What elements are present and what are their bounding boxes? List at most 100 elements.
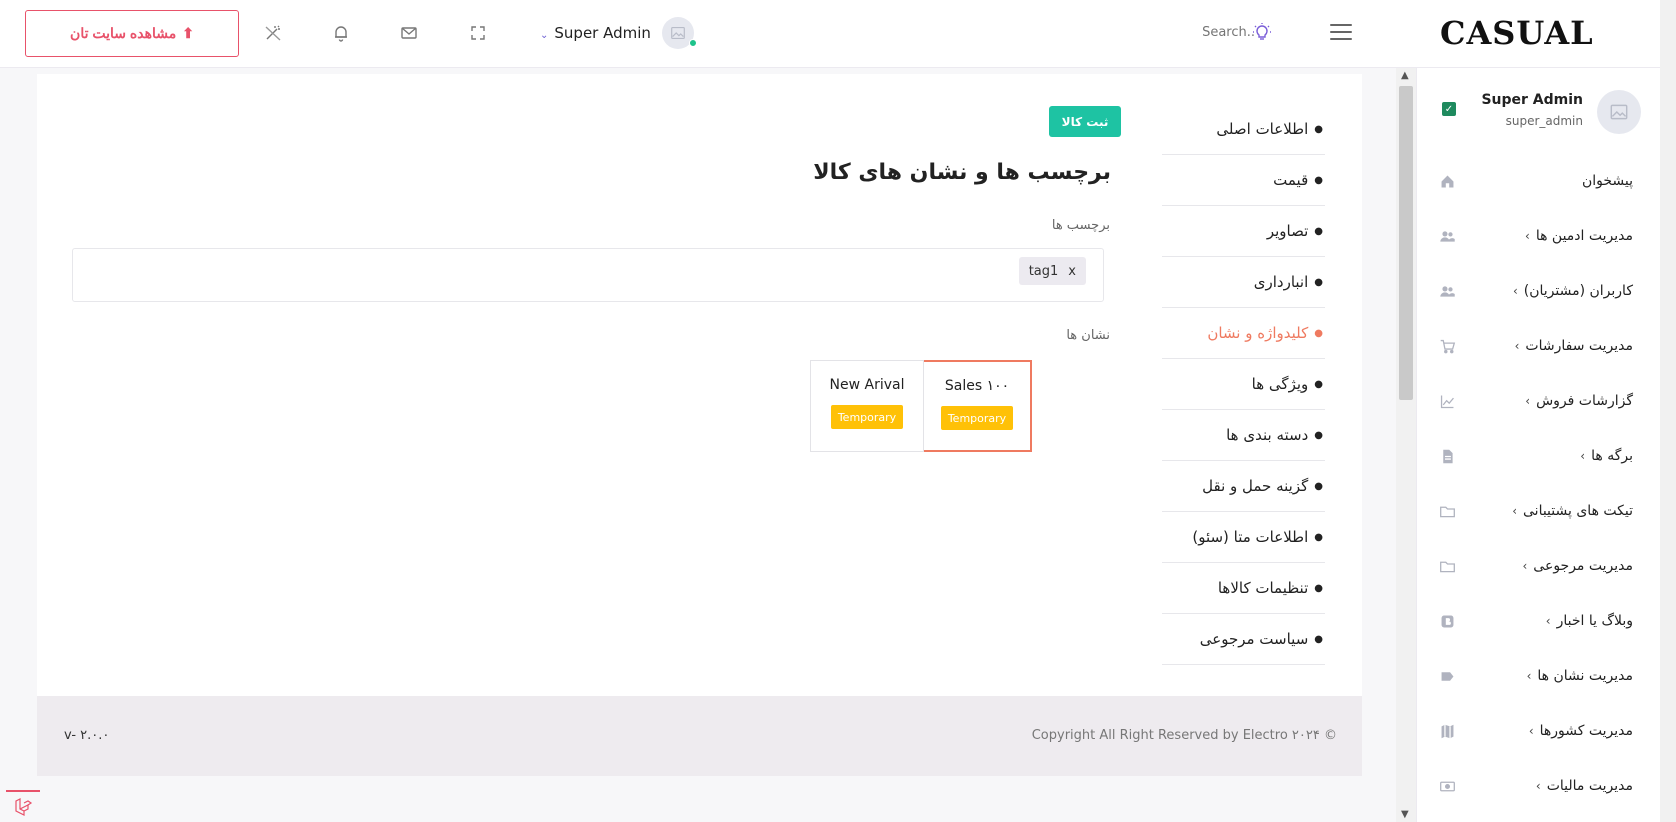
form-steps-nav: ● اطلاعات اصلی ● قیمت ● تصاویر ● انبارداری ● کلید…: [1162, 104, 1325, 665]
sidebar-item-label-group: کاربران (مشتریان) ›: [1513, 283, 1633, 299]
submit-product-button[interactable]: ثبت کالا: [1049, 106, 1121, 137]
upload-icon: ⬆: [182, 25, 194, 41]
badge-card-new-arrival[interactable]: New Arival Temporary: [810, 360, 924, 452]
search-input[interactable]: [1105, 24, 1255, 40]
logo[interactable]: CASUAL: [1440, 14, 1594, 52]
form-step-tab[interactable]: ● گزینه حمل و نقل: [1162, 461, 1325, 512]
sidebar-item[interactable]: مدیریت سفارشات ›: [1417, 326, 1661, 366]
scroll-thumb[interactable]: [1399, 86, 1413, 400]
form-step-tab[interactable]: ● دسته بندی ها: [1162, 410, 1325, 461]
form-step-tab[interactable]: ● تنظیمات کالاها: [1162, 563, 1325, 614]
sidebar-item[interactable]: مدیریت مرجوعی ›: [1417, 546, 1661, 586]
form-step-label: سیاست مرجوعی: [1199, 630, 1309, 648]
search-box: [1060, 12, 1275, 52]
tags-input[interactable]: x tag1: [72, 248, 1104, 302]
page-scrollbar[interactable]: [1660, 0, 1676, 822]
lightbulb-icon[interactable]: [1252, 22, 1272, 46]
sidebar-item[interactable]: برگه ها ›: [1417, 436, 1661, 476]
form-step-label: انبارداری: [1253, 273, 1309, 291]
mail-icon[interactable]: [398, 22, 420, 44]
sidebar-item[interactable]: کاربران (مشتریان) ›: [1417, 271, 1661, 311]
sidebar-item-label-group: وبلاگ یا اخبار ›: [1546, 613, 1633, 629]
sidebar-item-label-group: تیکت های پشتیبانی ›: [1512, 503, 1633, 519]
bullet-icon: ●: [1314, 531, 1323, 543]
chevron-icon: ›: [1535, 779, 1541, 793]
sidebar-item-label-group: مدیریت سفارشات ›: [1515, 338, 1633, 354]
sidebar-item-label-group: مدیریت ادمین ها ›: [1525, 228, 1633, 244]
sidebar-item-label-group: پیشخوان: [1582, 173, 1633, 189]
form-step-tab[interactable]: ● انبارداری: [1162, 257, 1325, 308]
sidebar-item-label: مدیریت سفارشات: [1525, 338, 1633, 354]
sidebar-item[interactable]: مدیریت نشان ها ›: [1417, 656, 1661, 696]
fullscreen-icon[interactable]: [467, 22, 489, 44]
badge-title: Sales ۱۰۰: [944, 378, 1010, 394]
chevron-icon: ›: [1522, 559, 1528, 573]
user-menu[interactable]: ⌄ Super Admin: [540, 20, 651, 46]
users-icon: [1437, 226, 1457, 246]
sidebar-item-label: کاربران (مشتریان): [1523, 283, 1633, 299]
sidebar-item[interactable]: مدیریت کشورها ›: [1417, 711, 1661, 751]
form-step-tab[interactable]: ● سیاست مرجوعی: [1162, 614, 1325, 665]
footer: © Copyright All Right Reserved by Electr…: [37, 696, 1362, 776]
form-step-tab[interactable]: ● تصاویر: [1162, 206, 1325, 257]
content-scrollbar[interactable]: ▲ ▼: [1396, 68, 1416, 822]
bullet-icon: ●: [1314, 225, 1323, 237]
sidebar-profile[interactable]: Super Admin super_admin ✓: [1417, 90, 1661, 140]
bullet-icon: ●: [1314, 123, 1323, 135]
cart-icon: [1437, 336, 1457, 356]
form-step-tab[interactable]: ● کلیدواژه و نشان: [1162, 308, 1325, 359]
tag-chip: x tag1: [1018, 257, 1086, 285]
form-step-tab[interactable]: ● اطلاعات اصلی: [1162, 104, 1325, 155]
menu-toggle-icon[interactable]: [1330, 24, 1352, 40]
sidebar-item-label: مدیریت ادمین ها: [1535, 228, 1633, 244]
badge-title: New Arival: [829, 377, 905, 393]
magic-wand-icon[interactable]: [262, 22, 284, 44]
sidebar-item-label-group: مدیریت کشورها ›: [1529, 723, 1633, 739]
top-header: ⬆ مشاهده سایت تان ⌄ Super Admin CASUAL: [0, 0, 1676, 68]
bullet-icon: ●: [1314, 174, 1323, 186]
form-step-label: تنظیمات کالاها: [1217, 579, 1309, 597]
bullet-icon: ●: [1314, 378, 1323, 390]
profile-avatar: [1597, 90, 1641, 134]
sidebar-item[interactable]: مدیریت مالیات ›: [1417, 766, 1661, 806]
laravel-logo-icon[interactable]: [6, 790, 40, 822]
product-form-card: ● اطلاعات اصلی ● قیمت ● تصاویر ● انبارداری ● کلید…: [37, 74, 1362, 696]
sidebar-item[interactable]: مدیریت ادمین ها ›: [1417, 216, 1661, 256]
badge-type: Temporary: [941, 406, 1013, 430]
online-status-dot: [689, 39, 697, 47]
chart-line-icon: [1437, 391, 1457, 411]
form-step-label: تصاویر: [1266, 222, 1309, 240]
scroll-down-icon[interactable]: ▼: [1401, 809, 1409, 820]
sidebar-item-label: مدیریت نشان ها: [1537, 668, 1633, 684]
chevron-icon: ›: [1514, 339, 1520, 353]
profile-username: super_admin: [1505, 114, 1583, 128]
form-step-label: قیمت: [1273, 171, 1309, 189]
chevron-icon: ›: [1525, 229, 1530, 243]
form-step-tab[interactable]: ● اطلاعات متا (سئو): [1162, 512, 1325, 563]
avatar[interactable]: [662, 17, 697, 49]
visit-site-label: مشاهده سایت تان: [70, 25, 177, 41]
sidebar-item-label-group: مدیریت نشان ها ›: [1527, 668, 1633, 684]
sidebar-item[interactable]: تیکت های پشتیبانی ›: [1417, 491, 1661, 531]
sidebar-item[interactable]: گزارشات فروش ›: [1417, 381, 1661, 421]
badges-label: نشان ها: [1066, 328, 1110, 343]
badge-card-sales[interactable]: Sales ۱۰۰ Temporary: [922, 360, 1032, 452]
tag-remove-button[interactable]: x: [1068, 264, 1076, 279]
sidebar-item[interactable]: پیشخوان: [1417, 161, 1661, 201]
scroll-up-icon[interactable]: ▲: [1401, 70, 1409, 81]
sidebar-item[interactable]: وبلاگ یا اخبار ›: [1417, 601, 1661, 641]
chevron-icon: ›: [1526, 669, 1532, 683]
sidebar-item-label: پیشخوان: [1581, 173, 1633, 189]
form-step-tab[interactable]: ● قیمت: [1162, 155, 1325, 206]
user-name: Super Admin: [554, 24, 651, 42]
page-title: برچسب ها و نشان های کالا: [813, 160, 1111, 185]
form-step-tab[interactable]: ● ویژگی ها: [1162, 359, 1325, 410]
visit-site-button[interactable]: ⬆ مشاهده سایت تان: [25, 10, 239, 57]
tags-label: برچسب ها: [1051, 218, 1110, 233]
bullet-icon: ●: [1314, 582, 1323, 594]
profile-name: Super Admin: [1481, 92, 1583, 108]
folder-icon: [1437, 556, 1457, 576]
chevron-icon: ›: [1580, 449, 1586, 463]
bell-icon[interactable]: [330, 22, 352, 44]
image-placeholder-icon: [1610, 104, 1628, 120]
